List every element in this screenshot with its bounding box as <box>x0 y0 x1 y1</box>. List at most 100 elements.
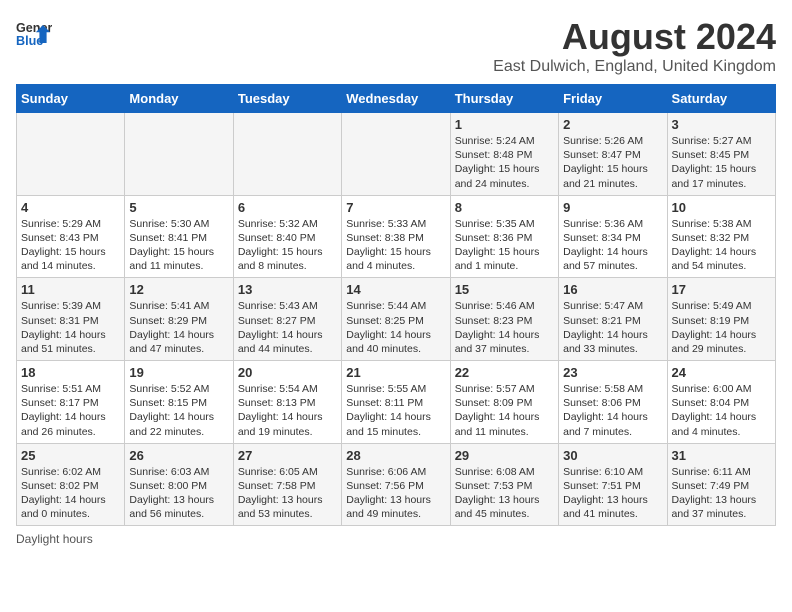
calendar-cell <box>17 113 125 196</box>
day-number: 11 <box>21 282 120 297</box>
calendar-cell <box>125 113 233 196</box>
day-info: Sunrise: 5:41 AMSunset: 8:29 PMDaylight:… <box>129 299 228 356</box>
calendar-cell: 30 Sunrise: 6:10 AMSunset: 7:51 PMDayligh… <box>559 443 667 526</box>
dow-monday: Monday <box>125 85 233 113</box>
day-info: Sunrise: 5:39 AMSunset: 8:31 PMDaylight:… <box>21 299 120 356</box>
day-info: Sunrise: 5:55 AMSunset: 8:11 PMDaylight:… <box>346 382 445 439</box>
day-number: 15 <box>455 282 554 297</box>
day-number: 28 <box>346 448 445 463</box>
calendar-cell: 17 Sunrise: 5:49 AMSunset: 8:19 PMDayligh… <box>667 278 775 361</box>
calendar-cell: 6Sunrise: 5:32 AMSunset: 8:40 PMDaylight… <box>233 195 341 278</box>
day-number: 24 <box>672 365 771 380</box>
day-info: Sunrise: 5:38 AMSunset: 8:32 PMDaylight:… <box>672 217 771 274</box>
day-number: 23 <box>563 365 662 380</box>
calendar-cell: 11 Sunrise: 5:39 AMSunset: 8:31 PMDayligh… <box>17 278 125 361</box>
day-info: Sunrise: 5:36 AMSunset: 8:34 PMDaylight:… <box>563 217 662 274</box>
day-number: 30 <box>563 448 662 463</box>
day-number: 14 <box>346 282 445 297</box>
header: General Blue August 2024 East Dulwich, E… <box>16 16 776 76</box>
location-title: East Dulwich, England, United Kingdom <box>493 58 776 76</box>
dow-tuesday: Tuesday <box>233 85 341 113</box>
day-number: 8 <box>455 200 554 215</box>
calendar-cell: 5 Sunrise: 5:30 AMSunset: 8:41 PMDaylight… <box>125 195 233 278</box>
day-number: 25 <box>21 448 120 463</box>
calendar-cell: 12 Sunrise: 5:41 AMSunset: 8:29 PMDayligh… <box>125 278 233 361</box>
day-info: Sunrise: 5:43 AMSunset: 8:27 PMDaylight:… <box>238 299 337 356</box>
dow-thursday: Thursday <box>450 85 558 113</box>
day-info: Sunrise: 6:03 AMSunset: 8:00 PMDaylight:… <box>129 465 228 522</box>
calendar-cell: 24 Sunrise: 6:00 AMSunset: 8:04 PMDayligh… <box>667 361 775 444</box>
calendar-cell: 13 Sunrise: 5:43 AMSunset: 8:27 PMDayligh… <box>233 278 341 361</box>
calendar-cell: 28 Sunrise: 6:06 AMSunset: 7:56 PMDayligh… <box>342 443 450 526</box>
day-info: Sunrise: 5:52 AMSunset: 8:15 PMDaylight:… <box>129 382 228 439</box>
day-number: 21 <box>346 365 445 380</box>
day-info: Sunrise: 6:11 AMSunset: 7:49 PMDaylight:… <box>672 465 771 522</box>
day-number: 18 <box>21 365 120 380</box>
day-number: 3 <box>672 117 771 132</box>
day-number: 22 <box>455 365 554 380</box>
day-info: Sunrise: 5:32 AMSunset: 8:40 PMDaylight:… <box>238 217 337 274</box>
calendar-cell: 29Sunrise: 6:08 AMSunset: 7:53 PMDayligh… <box>450 443 558 526</box>
calendar-cell: 19 Sunrise: 5:52 AMSunset: 8:15 PMDayligh… <box>125 361 233 444</box>
day-number: 10 <box>672 200 771 215</box>
calendar-cell: 25 Sunrise: 6:02 AMSunset: 8:02 PMDayligh… <box>17 443 125 526</box>
calendar-cell: 27 Sunrise: 6:05 AMSunset: 7:58 PMDayligh… <box>233 443 341 526</box>
day-number: 13 <box>238 282 337 297</box>
day-info: Sunrise: 5:35 AMSunset: 8:36 PMDaylight:… <box>455 217 554 274</box>
day-number: 12 <box>129 282 228 297</box>
footer-note: Daylight hours <box>16 532 776 546</box>
calendar-cell: 23 Sunrise: 5:58 AMSunset: 8:06 PMDayligh… <box>559 361 667 444</box>
day-info: Sunrise: 6:02 AMSunset: 8:02 PMDaylight:… <box>21 465 120 522</box>
calendar-cell: 8 Sunrise: 5:35 AMSunset: 8:36 PMDaylight… <box>450 195 558 278</box>
calendar-header: SundayMondayTuesdayWednesdayThursdayFrid… <box>17 85 776 113</box>
day-info: Sunrise: 6:06 AMSunset: 7:56 PMDaylight:… <box>346 465 445 522</box>
day-info: Sunrise: 5:27 AMSunset: 8:45 PMDaylight:… <box>672 134 771 191</box>
day-number: 27 <box>238 448 337 463</box>
calendar-cell: 16 Sunrise: 5:47 AMSunset: 8:21 PMDayligh… <box>559 278 667 361</box>
svg-text:Blue: Blue <box>16 34 43 48</box>
day-info: Sunrise: 6:08 AMSunset: 7:53 PMDaylight:… <box>455 465 554 522</box>
day-info: Sunrise: 5:47 AMSunset: 8:21 PMDaylight:… <box>563 299 662 356</box>
day-number: 4 <box>21 200 120 215</box>
logo-icon: General Blue <box>16 16 52 52</box>
day-number: 7 <box>346 200 445 215</box>
day-info: Sunrise: 5:49 AMSunset: 8:19 PMDaylight:… <box>672 299 771 356</box>
day-number: 5 <box>129 200 228 215</box>
day-info: Sunrise: 5:44 AMSunset: 8:25 PMDaylight:… <box>346 299 445 356</box>
calendar-cell: 18 Sunrise: 5:51 AMSunset: 8:17 PMDayligh… <box>17 361 125 444</box>
calendar-cell: 26Sunrise: 6:03 AMSunset: 8:00 PMDayligh… <box>125 443 233 526</box>
calendar-cell: 10 Sunrise: 5:38 AMSunset: 8:32 PMDayligh… <box>667 195 775 278</box>
day-number: 1 <box>455 117 554 132</box>
calendar-cell: 20Sunrise: 5:54 AMSunset: 8:13 PMDayligh… <box>233 361 341 444</box>
day-info: Sunrise: 5:54 AMSunset: 8:13 PMDaylight:… <box>238 382 337 439</box>
day-info: Sunrise: 5:57 AMSunset: 8:09 PMDaylight:… <box>455 382 554 439</box>
day-info: Sunrise: 5:30 AMSunset: 8:41 PMDaylight:… <box>129 217 228 274</box>
logo: General Blue <box>16 16 52 52</box>
day-number: 31 <box>672 448 771 463</box>
dow-friday: Friday <box>559 85 667 113</box>
day-info: Sunrise: 5:58 AMSunset: 8:06 PMDaylight:… <box>563 382 662 439</box>
month-title: August 2024 <box>493 16 776 58</box>
day-number: 16 <box>563 282 662 297</box>
day-info: Sunrise: 6:10 AMSunset: 7:51 PMDaylight:… <box>563 465 662 522</box>
calendar-cell: 31 Sunrise: 6:11 AMSunset: 7:49 PMDayligh… <box>667 443 775 526</box>
dow-sunday: Sunday <box>17 85 125 113</box>
calendar-cell: 14 Sunrise: 5:44 AMSunset: 8:25 PMDayligh… <box>342 278 450 361</box>
day-info: Sunrise: 6:00 AMSunset: 8:04 PMDaylight:… <box>672 382 771 439</box>
day-info: Sunrise: 5:51 AMSunset: 8:17 PMDaylight:… <box>21 382 120 439</box>
day-info: Sunrise: 5:26 AMSunset: 8:47 PMDaylight:… <box>563 134 662 191</box>
calendar-table: SundayMondayTuesdayWednesdayThursdayFrid… <box>16 84 776 526</box>
calendar-cell: 3 Sunrise: 5:27 AMSunset: 8:45 PMDaylight… <box>667 113 775 196</box>
day-number: 19 <box>129 365 228 380</box>
calendar-cell: 21 Sunrise: 5:55 AMSunset: 8:11 PMDayligh… <box>342 361 450 444</box>
day-number: 2 <box>563 117 662 132</box>
day-info: Sunrise: 6:05 AMSunset: 7:58 PMDaylight:… <box>238 465 337 522</box>
day-info: Sunrise: 5:46 AMSunset: 8:23 PMDaylight:… <box>455 299 554 356</box>
day-number: 17 <box>672 282 771 297</box>
day-info: Sunrise: 5:33 AMSunset: 8:38 PMDaylight:… <box>346 217 445 274</box>
calendar-cell <box>342 113 450 196</box>
calendar-cell: 2 Sunrise: 5:26 AMSunset: 8:47 PMDaylight… <box>559 113 667 196</box>
day-info: Sunrise: 5:24 AMSunset: 8:48 PMDaylight:… <box>455 134 554 191</box>
daylight-hours-label: Daylight hours <box>16 532 93 546</box>
calendar-cell: 1 Sunrise: 5:24 AMSunset: 8:48 PMDaylight… <box>450 113 558 196</box>
